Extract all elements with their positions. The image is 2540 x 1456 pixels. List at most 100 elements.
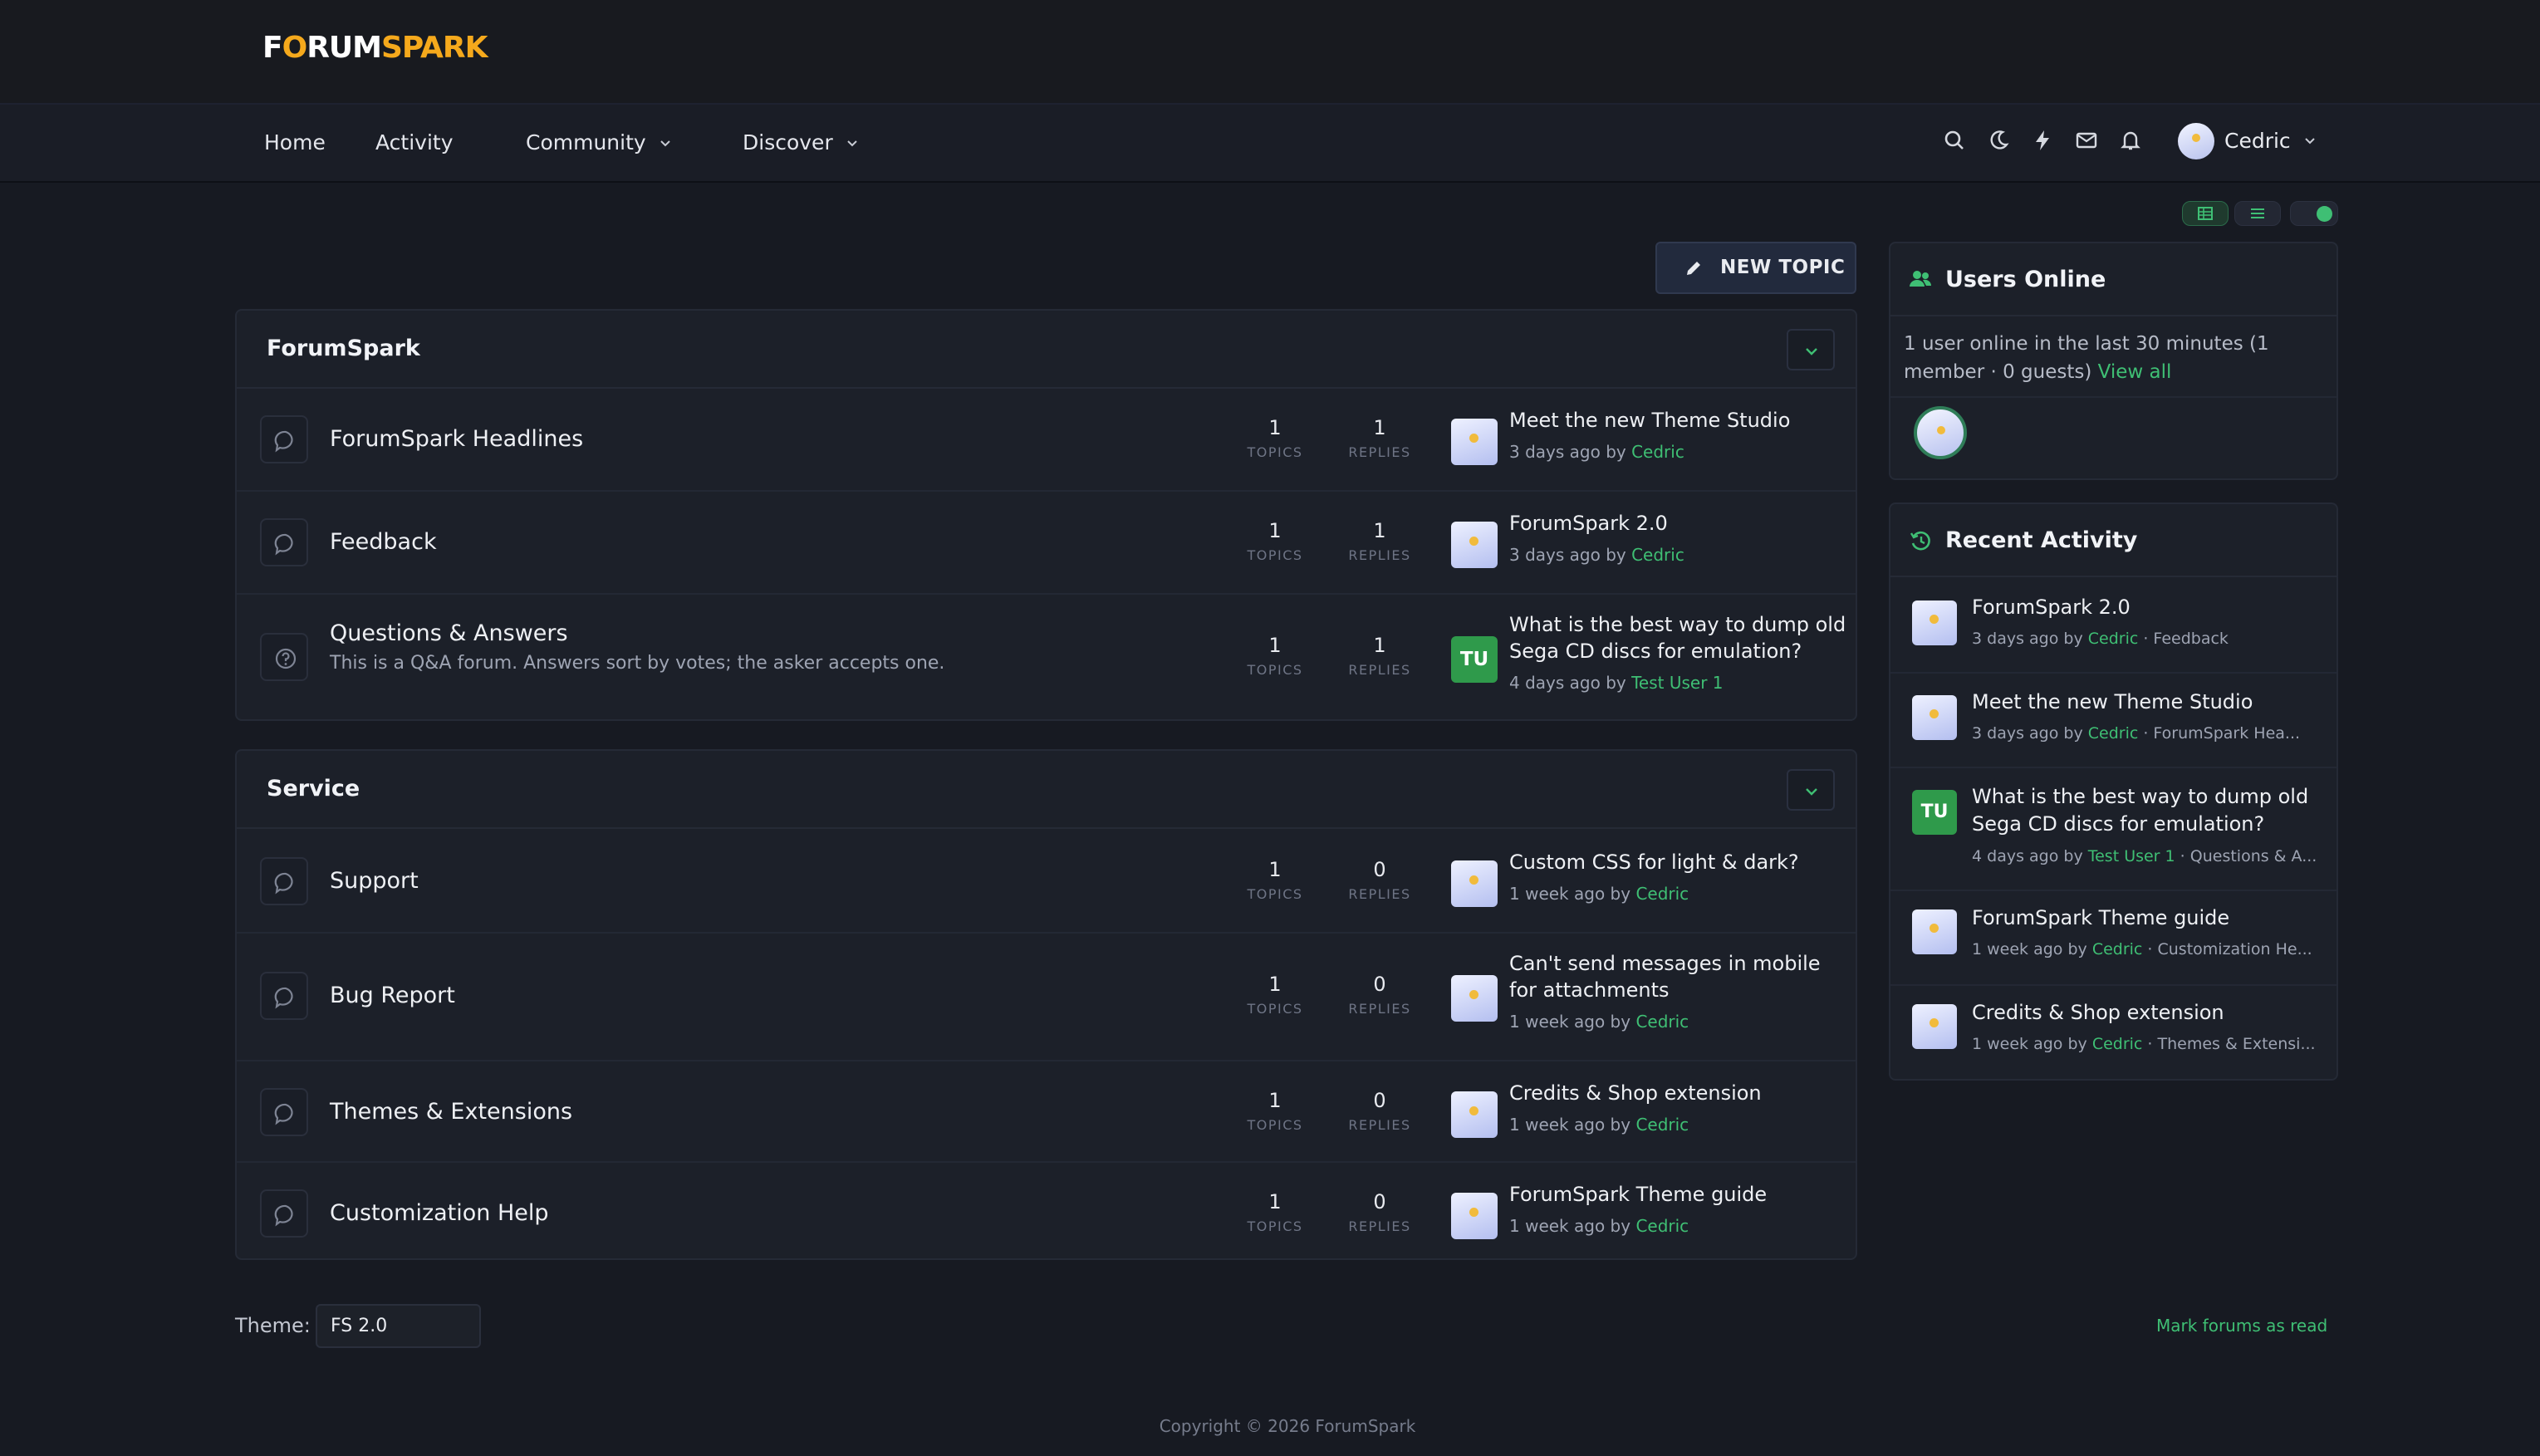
list-view-toggle[interactable] [2234, 201, 2281, 226]
user-link[interactable]: Cedric [1635, 1216, 1689, 1236]
avatar[interactable] [1451, 1193, 1498, 1239]
activity-item[interactable]: ForumSpark 2.0 3 days ago by Cedric · Fe… [1890, 579, 2337, 674]
table-view-toggle[interactable] [2182, 201, 2229, 226]
forum-name[interactable]: Themes & Extensions [330, 1098, 572, 1126]
forum-row-support[interactable]: Support 1 TOPICS 0 REPLIES Custom CSS for … [237, 831, 1856, 934]
category-title: ForumSpark [267, 336, 420, 361]
avatar[interactable] [1451, 975, 1498, 1022]
replies-count: 0 REPLIES [1348, 973, 1411, 1017]
bolt-icon[interactable] [2030, 128, 2055, 153]
collapse-button[interactable] [1787, 769, 1835, 811]
user-link[interactable]: Test User 1 [1631, 673, 1723, 693]
forum-row-customization-help[interactable]: Customization Help 1 TOPICS 0 REPLIES Foru… [237, 1163, 1856, 1260]
chevron-down-icon [1806, 788, 1817, 796]
chat-bubble-icon [274, 533, 293, 556]
avatar [1912, 695, 1957, 740]
view-all-link[interactable]: View all [2098, 361, 2172, 383]
avatar[interactable] [1451, 419, 1498, 465]
avatar[interactable] [1451, 860, 1498, 907]
avatar [2178, 123, 2214, 159]
avatar [1912, 1004, 1957, 1049]
bell-icon[interactable] [2118, 128, 2143, 153]
search-icon[interactable] [1942, 128, 1967, 153]
forum-row-questions-answers[interactable]: Questions & Answers This is a Q&A forum.… [237, 595, 1856, 721]
chevron-down-icon [847, 140, 857, 147]
forum-icon [260, 415, 308, 463]
activity-item[interactable]: Meet the new Theme Studio 3 days ago by … [1890, 674, 2337, 768]
replies-count: 0 REPLIES [1348, 858, 1411, 902]
activity-meta: 3 days ago by Cedric · ForumSpark Hea... [1972, 724, 2301, 743]
last-post-title[interactable]: Custom CSS for light & dark? [1509, 849, 1799, 875]
new-topic-button[interactable]: NEW TOPIC [1655, 242, 1856, 294]
forum-name[interactable]: Questions & Answers [330, 620, 568, 648]
topics-count: 1 TOPICS [1247, 519, 1303, 563]
forum-icon [260, 1088, 308, 1136]
activity-title[interactable]: ForumSpark 2.0 [1972, 594, 2321, 621]
user-link[interactable]: Cedric [1631, 442, 1684, 462]
forum-name[interactable]: Customization Help [330, 1199, 549, 1228]
nav-discover[interactable]: Discover [743, 126, 860, 159]
online-summary: 1 user online in the last 30 minutes (1 … [1904, 333, 2269, 383]
forum-row-headlines[interactable]: ForumSpark Headlines 1 TOPICS 1 REPLIES Me… [237, 390, 1856, 492]
last-post-title-line1[interactable]: Can't send messages in mobile [1509, 950, 1821, 977]
copyright-text: Copyright © 2026 ForumSpark [1159, 1416, 1416, 1436]
theme-select[interactable]: FS 2.0 [316, 1304, 481, 1348]
avatar[interactable]: TU [1451, 636, 1498, 683]
new-topic-label: NEW TOPIC [1720, 257, 1846, 278]
forumspark-logo[interactable]: FORUMSPARK [262, 32, 488, 65]
category-service: Service Support 1 TOPICS 0 REPLIES Custom … [235, 749, 1857, 1260]
mail-icon[interactable] [2074, 128, 2099, 153]
activity-title[interactable]: What is the best way to dump old Sega CD… [1972, 783, 2321, 838]
activity-item[interactable]: Credits & Shop extension 1 week ago by C… [1890, 986, 2337, 1079]
forum-row-feedback[interactable]: Feedback 1 TOPICS 1 REPLIES ForumSpark 2.0… [237, 492, 1856, 595]
list-view-icon [2251, 208, 2264, 218]
last-post-title[interactable]: ForumSpark Theme guide [1509, 1181, 1767, 1208]
forum-description: This is a Q&A forum. Answers sort by vot… [330, 653, 945, 674]
user-link[interactable]: Cedric [1631, 545, 1684, 565]
activity-item[interactable]: TU What is the best way to dump old Sega… [1890, 768, 2337, 891]
activity-title[interactable]: Credits & Shop extension [1972, 999, 2321, 1027]
avatar[interactable] [1914, 406, 1967, 459]
topics-count: 1 TOPICS [1247, 973, 1303, 1017]
avatar[interactable] [1451, 522, 1498, 568]
activity-item[interactable]: ForumSpark Theme guide 1 week ago by Ced… [1890, 891, 2337, 986]
chat-bubble-icon [274, 430, 293, 453]
forum-row-themes-extensions[interactable]: Themes & Extensions 1 TOPICS 0 REPLIES Cre… [237, 1061, 1856, 1163]
activity-title[interactable]: Meet the new Theme Studio [1972, 689, 2321, 716]
nav-community-label: Community [526, 130, 646, 154]
moon-icon[interactable] [1986, 128, 2011, 153]
user-link[interactable]: Cedric [1635, 1012, 1689, 1032]
nav-activity[interactable]: Activity [375, 126, 454, 159]
activity-title[interactable]: ForumSpark Theme guide [1972, 904, 2321, 932]
forum-name[interactable]: Bug Report [330, 982, 455, 1010]
forum-name[interactable]: ForumSpark Headlines [330, 425, 583, 453]
forum-row-bug-report[interactable]: Bug Report 1 TOPICS 0 REPLIES Can't send m… [237, 934, 1856, 1061]
replies-count: 1 REPLIES [1348, 416, 1411, 460]
last-post-title-line1[interactable]: What is the best way to dump old [1509, 611, 1846, 638]
last-post-title[interactable]: Meet the new Theme Studio [1509, 407, 1790, 434]
history-icon [1910, 531, 1930, 551]
avatar[interactable] [1451, 1091, 1498, 1138]
forum-name[interactable]: Support [330, 867, 419, 895]
last-post-title-line2[interactable]: Sega CD discs for emulation? [1509, 638, 1802, 664]
user-link[interactable]: Test User 1 [2088, 847, 2175, 865]
activity-meta: 1 week ago by Cedric · Themes & Extensi.… [1972, 1035, 2316, 1053]
user-link[interactable]: Cedric [2092, 1035, 2143, 1053]
nav-community[interactable]: Community [526, 126, 673, 159]
forum-icon [260, 1189, 308, 1238]
forum-icon [260, 857, 308, 905]
topics-count: 1 TOPICS [1247, 1089, 1303, 1133]
last-post-title[interactable]: Credits & Shop extension [1509, 1080, 1762, 1106]
nav-home[interactable]: Home [264, 126, 326, 159]
last-post-title-line2[interactable]: for attachments [1509, 977, 1670, 1003]
mark-forums-read-link[interactable]: Mark forums as read [2156, 1312, 2327, 1339]
user-link[interactable]: Cedric [1635, 1115, 1689, 1135]
user-link[interactable]: Cedric [2088, 630, 2139, 648]
user-link[interactable]: Cedric [2092, 940, 2143, 958]
last-post-title[interactable]: ForumSpark 2.0 [1509, 510, 1668, 537]
forum-name[interactable]: Feedback [330, 528, 437, 556]
user-link[interactable]: Cedric [1635, 884, 1689, 904]
user-link[interactable]: Cedric [2088, 724, 2139, 743]
collapse-button[interactable] [1787, 329, 1835, 370]
toggle-switch[interactable] [2290, 201, 2338, 226]
